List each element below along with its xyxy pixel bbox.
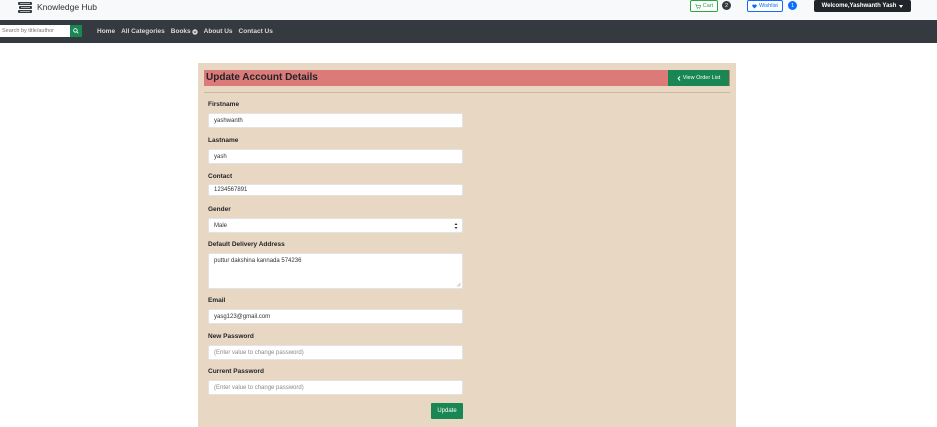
lastname-field[interactable]: yash: [208, 149, 463, 164]
brand-name: Knowledge Hub: [37, 2, 98, 12]
lastname-label: Lastname: [208, 137, 239, 144]
view-order-list-label: View Order List: [682, 75, 721, 81]
view-order-list-button[interactable]: View Order List: [668, 70, 729, 86]
user-menu-button[interactable]: Welcome,Yashwanth Yash: [814, 0, 911, 12]
nav-books[interactable]: Books: [171, 28, 198, 35]
user-menu-label: Welcome,Yashwanth Yash: [821, 3, 897, 9]
cart-label: Cart: [702, 3, 714, 9]
address-label: Default Delivery Address: [208, 241, 285, 248]
email-label: Email: [208, 297, 226, 304]
gender-selected-value: Male: [214, 222, 228, 229]
nav-contact-us[interactable]: Contact Us: [239, 28, 273, 35]
wishlist-label: Wishlist: [759, 3, 778, 9]
card-header: Update Account Details: [204, 70, 730, 86]
divider: [204, 92, 730, 93]
wishlist-count-badge: 1: [788, 1, 797, 10]
new-password-label: New Password: [208, 333, 254, 340]
update-button[interactable]: Update: [431, 403, 463, 419]
contact-label: Contact: [208, 173, 233, 180]
nav-about-us[interactable]: About Us: [204, 28, 233, 35]
cart-count-badge: 2: [722, 1, 731, 10]
page-title: Update Account Details: [206, 72, 318, 83]
nav-home[interactable]: Home: [97, 28, 115, 35]
contact-field[interactable]: 1234567891: [208, 184, 463, 196]
cart-button[interactable]: Cart: [690, 0, 718, 12]
search-icon: [73, 28, 79, 34]
top-bar: Knowledge Hub Cart 2 Wishlist 1 Welcome,…: [0, 0, 937, 20]
chevron-down-icon: [899, 4, 904, 8]
gender-select[interactable]: Male: [208, 218, 463, 233]
address-value: puttur dakshina kannada 574236: [214, 258, 302, 264]
email-field[interactable]: yasg123@gmail.com: [208, 309, 463, 324]
brand[interactable]: Knowledge Hub: [17, 0, 97, 14]
firstname-label: Firstname: [208, 101, 240, 108]
gender-label: Gender: [208, 206, 231, 213]
resize-handle-icon[interactable]: [456, 282, 461, 287]
nav-books-label: Books: [170, 28, 191, 35]
nav-links: Home All Categories Books About Us Conta…: [97, 20, 279, 43]
wishlist-button[interactable]: Wishlist: [747, 0, 783, 12]
new-password-field[interactable]: (Enter value to change password): [208, 345, 463, 360]
chevron-circle-icon: [191, 28, 198, 35]
current-password-field[interactable]: (Enter value to change password): [208, 380, 463, 395]
nav-all-categories[interactable]: All Categories: [121, 28, 165, 35]
cart-icon: [694, 3, 701, 9]
search-button[interactable]: [70, 25, 82, 37]
update-account-card: Update Account Details View Order List F…: [198, 63, 736, 427]
heart-icon: [752, 4, 757, 8]
search-input[interactable]: [0, 25, 70, 37]
address-textarea[interactable]: puttur dakshina kannada 574236: [208, 253, 463, 289]
chevron-left-icon: [677, 75, 681, 81]
current-password-label: Current Password: [208, 368, 264, 375]
select-arrows-icon: [454, 223, 458, 229]
firstname-field[interactable]: yashwanth: [208, 113, 463, 128]
navbar: Home All Categories Books About Us Conta…: [0, 20, 937, 43]
books-icon: [18, 1, 32, 13]
